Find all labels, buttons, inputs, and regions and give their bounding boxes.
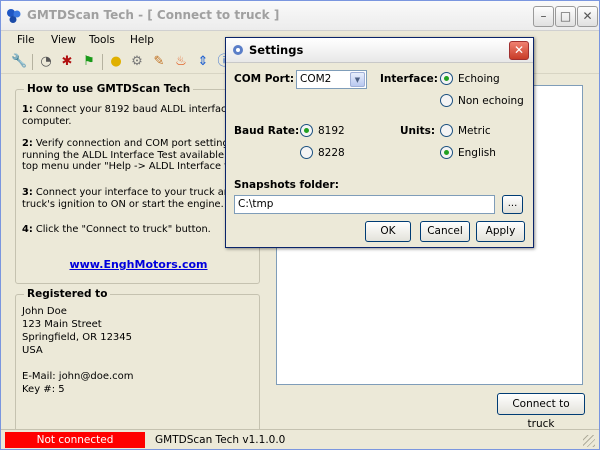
radio-button-icon[interactable] <box>440 72 453 85</box>
arrows-icon[interactable]: ⇕ <box>195 54 211 70</box>
flame-icon[interactable]: ♨ <box>173 54 189 70</box>
step-number: 4: <box>22 224 33 235</box>
step-text: Connect your interface to your truck and… <box>22 187 249 210</box>
radio-button-icon[interactable] <box>440 94 453 107</box>
snapshots-folder-label: Snapshots folder: <box>234 179 339 191</box>
units-metric-label: Metric <box>458 124 491 137</box>
connection-status: Not connected <box>5 432 145 448</box>
baud-8192-radio[interactable]: 8192 <box>300 124 345 137</box>
radio-button-icon[interactable] <box>300 124 313 137</box>
maximize-button[interactable]: □ <box>555 6 576 27</box>
registered-name: John Doe <box>22 306 67 317</box>
status-bar: Not connected GMTDScan Tech v1.1.0.0 <box>1 429 599 449</box>
step-number: 2: <box>22 138 33 149</box>
gear-icon <box>233 45 243 55</box>
registered-city: Springfield, OR 12345 <box>22 332 133 343</box>
toolbar-separator <box>32 54 33 70</box>
website-link[interactable]: www.EnghMotors.com <box>16 258 261 271</box>
version-label: GMTDScan Tech v1.1.0.0 <box>155 434 286 446</box>
com-port-select[interactable]: COM2 ▼ <box>296 70 367 89</box>
chevron-down-icon[interactable]: ▼ <box>350 72 365 87</box>
close-icon: ✕ <box>582 9 593 23</box>
minimize-button[interactable]: – <box>533 6 554 27</box>
gauge-icon[interactable]: ◔ <box>38 54 54 70</box>
step-number: 1: <box>22 104 33 115</box>
menu-file[interactable]: File <box>17 34 35 46</box>
registered-title: Registered to <box>24 288 111 300</box>
settings-title: Settings <box>249 43 304 57</box>
registered-email: E-Mail: john@doe.com <box>22 371 134 382</box>
step-3: 3: Connect your interface to your truck … <box>22 187 254 210</box>
howto-group: How to use GMTDScan Tech 1: Connect your… <box>15 83 261 284</box>
interface-echoing-radio[interactable]: Echoing <box>440 72 500 85</box>
step-2: 2: Verify connection and COM port settin… <box>22 138 254 173</box>
units-label: Units: <box>400 125 436 137</box>
toolbar-separator <box>102 54 103 70</box>
step-text: Click the "Connect to truck" button. <box>32 224 211 235</box>
wrench-icon[interactable]: 🔧 <box>11 54 27 70</box>
snapshots-folder-value: C:\tmp <box>238 198 274 210</box>
registered-country: USA <box>22 345 43 356</box>
menu-help[interactable]: Help <box>130 34 154 46</box>
connect-to-truck-button[interactable]: Connect to truck <box>497 393 585 430</box>
baud-8228-radio[interactable]: 8228 <box>300 146 345 159</box>
step-1: 1: Connect your 8192 baud ALDL interface… <box>22 104 254 127</box>
howto-title: How to use GMTDScan Tech <box>24 83 194 95</box>
close-button[interactable]: ✕ <box>577 6 598 27</box>
step-text: Verify connection and COM port settings … <box>22 138 251 172</box>
menu-tools[interactable]: Tools <box>89 34 115 46</box>
maximize-icon: □ <box>559 9 572 23</box>
browse-button[interactable]: ... <box>502 195 523 214</box>
radio-button-icon[interactable] <box>440 124 453 137</box>
com-port-value: COM2 <box>300 73 332 85</box>
title-bar[interactable]: GMTDScan Tech - [ Connect to truck ] – □… <box>1 1 599 31</box>
snapshots-folder-input[interactable]: C:\tmp <box>234 195 495 214</box>
resize-grip-icon[interactable] <box>583 435 595 447</box>
registered-key: Key #: 5 <box>22 384 65 395</box>
baud-rate-label: Baud Rate: <box>234 125 300 137</box>
step-4: 4: Click the "Connect to truck" button. <box>22 224 254 236</box>
bug-icon[interactable]: ✱ <box>59 54 75 70</box>
interface-non-echoing-radio[interactable]: Non echoing <box>440 94 524 107</box>
step-text: Connect your 8192 baud ALDL interface to… <box>22 104 245 127</box>
baud-8192-label: 8192 <box>318 124 345 137</box>
settings-icon[interactable]: ⚙ <box>129 54 145 70</box>
close-icon: ✕ <box>513 43 525 57</box>
settings-dialog: Settings ✕ COM Port: COM2 ▼ Interface: E… <box>225 37 534 248</box>
settings-close-button[interactable]: ✕ <box>509 41 529 60</box>
units-english-radio[interactable]: English <box>440 146 496 159</box>
baud-8228-label: 8228 <box>318 146 345 159</box>
registered-group: Registered to John Doe 123 Main Street S… <box>15 288 260 440</box>
window-title: GMTDScan Tech - [ Connect to truck ] <box>27 8 280 22</box>
interface-label: Interface: <box>380 73 438 85</box>
settings-title-bar[interactable]: Settings ✕ <box>226 38 533 63</box>
interface-non-echoing-label: Non echoing <box>458 94 524 107</box>
ok-button[interactable]: OK <box>365 221 411 242</box>
pencil-icon[interactable]: ✎ <box>151 54 167 70</box>
lightbulb-icon[interactable]: ● <box>108 54 124 70</box>
com-port-label: COM Port: <box>234 73 295 85</box>
flag-icon[interactable]: ⚑ <box>81 54 97 70</box>
units-metric-radio[interactable]: Metric <box>440 124 491 137</box>
interface-echoing-label: Echoing <box>458 72 500 85</box>
minimize-icon: – <box>540 9 547 23</box>
app-logo-icon <box>7 9 21 23</box>
step-number: 3: <box>22 187 33 198</box>
menu-view[interactable]: View <box>51 34 76 46</box>
radio-button-icon[interactable] <box>440 146 453 159</box>
cancel-button[interactable]: Cancel <box>420 221 470 242</box>
radio-button-icon[interactable] <box>300 146 313 159</box>
apply-button[interactable]: Apply <box>476 221 525 242</box>
registered-street: 123 Main Street <box>22 319 102 330</box>
units-english-label: English <box>458 146 496 159</box>
